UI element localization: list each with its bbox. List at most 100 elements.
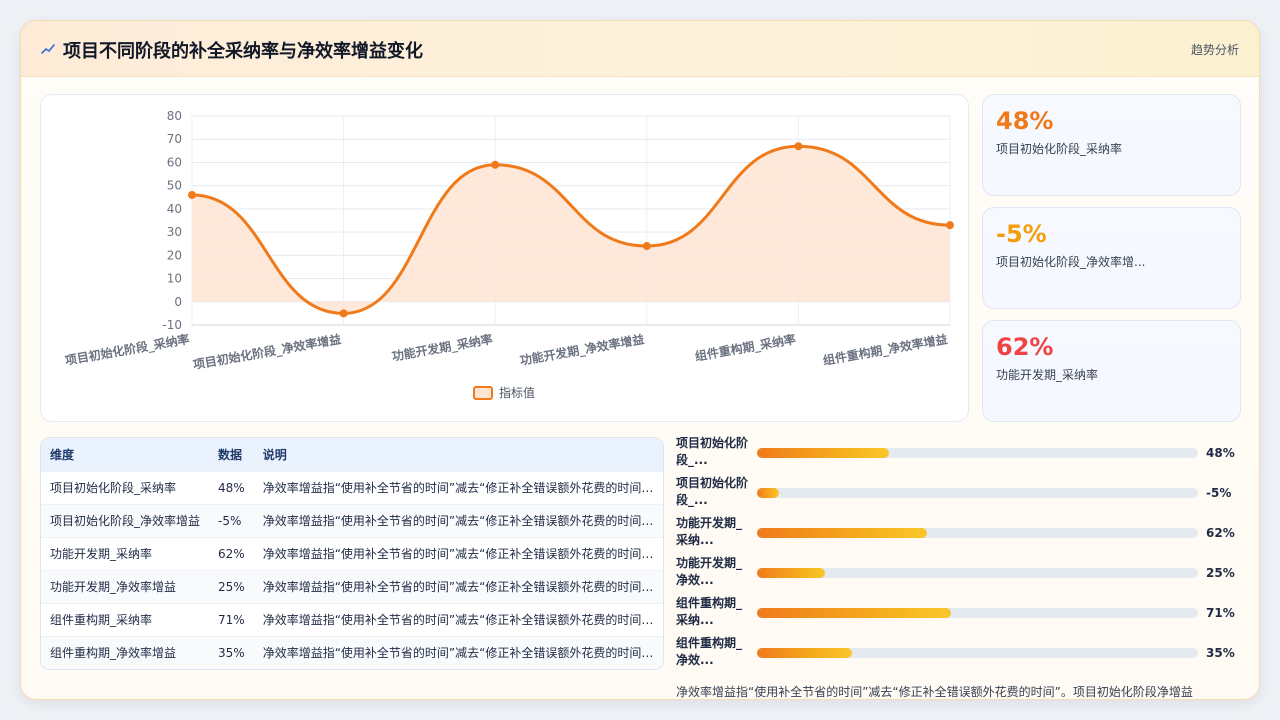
cell-dimension: 组件重构期_净效率增益 — [50, 646, 177, 661]
progress-row: 项目初始化阶段_... -5% — [676, 475, 1241, 515]
y-tick-label: 70 — [167, 132, 182, 146]
legend-swatch — [473, 386, 493, 400]
progress-track — [757, 528, 1198, 538]
data-point — [188, 190, 196, 199]
series-area-fill — [192, 146, 950, 314]
card-header: 项目不同阶段的补全采纳率与净效率增益变化 趋势分析 — [21, 21, 1259, 77]
kpi-label: 功能开发期_采纳率 — [996, 368, 1099, 382]
cell-value: 62% — [218, 546, 245, 561]
progress-fill — [757, 608, 952, 618]
progress-value: 48% — [1206, 446, 1235, 460]
y-tick-label: 10 — [167, 272, 182, 286]
x-tick-label: 组件重构期_净效率增益 — [822, 331, 949, 369]
progress-fill — [757, 648, 852, 658]
data-point — [794, 142, 803, 151]
kpi-label: 项目初始化阶段_净效率增... — [996, 255, 1146, 269]
table-row[interactable]: 组件重构期_净效率增益 35% 净效率增益指“使用补全节省的时间”减去“修正补全… — [41, 636, 663, 669]
progress-label: 功能开发期_采纳... — [676, 516, 743, 547]
table-row[interactable]: 功能开发期_采纳率 62% 净效率增益指“使用补全节省的时间”减去“修正补全错误… — [41, 537, 663, 570]
progress-label: 组件重构期_采纳... — [676, 596, 743, 627]
y-tick-label: 30 — [167, 225, 182, 239]
trend-analysis-tag[interactable]: 趋势分析 — [1191, 41, 1239, 58]
cell-description: 净效率增益指“使用补全节省的时间”减去“修正补全错误额外花费的时间”... — [262, 547, 660, 561]
cell-description: 净效率增益指“使用补全节省的时间”减去“修正补全错误额外花费的时间”... — [262, 514, 660, 528]
progress-track — [757, 488, 1198, 498]
x-tick-label: 项目初始化阶段_采纳率 — [64, 331, 191, 369]
progress-label: 项目初始化阶段_... — [676, 436, 749, 467]
data-table: 维度 数据 说明 项目初始化阶段_采纳率 48% 净效率增益指“使用补全节省的时… — [40, 437, 664, 670]
data-point — [946, 221, 954, 230]
table-row[interactable]: 组件重构期_采纳率 71% 净效率增益指“使用补全节省的时间”减去“修正补全错误… — [41, 603, 663, 636]
legend-label: 指标值 — [499, 385, 535, 400]
table-header-row: 维度 数据 说明 — [41, 438, 663, 471]
table-row[interactable]: 项目初始化阶段_采纳率 48% 净效率增益指“使用补全节省的时间”减去“修正补全… — [41, 471, 663, 504]
cell-description: 净效率增益指“使用补全节省的时间”减去“修正补全错误额外花费的时间”... — [262, 613, 660, 627]
cell-dimension: 功能开发期_净效率增益 — [50, 580, 177, 594]
y-tick-label: 50 — [167, 179, 182, 193]
page-title: 项目不同阶段的补全采纳率与净效率增益变化 — [63, 41, 423, 62]
progress-fill — [757, 448, 890, 458]
progress-row: 功能开发期_净效... 25% — [676, 555, 1241, 595]
progress-row: 功能开发期_采纳... 62% — [676, 515, 1241, 555]
progress-row: 项目初始化阶段_... 48% — [676, 435, 1241, 475]
cell-description: 净效率增益指“使用补全节省的时间”减去“修正补全错误额外花费的时间”... — [262, 580, 660, 594]
progress-row: 组件重构期_净效... 35% — [676, 635, 1241, 675]
table-row[interactable]: 功能开发期_净效率增益 25% 净效率增益指“使用补全节省的时间”减去“修正补全… — [41, 570, 663, 603]
cell-description: 净效率增益指“使用补全节省的时间”减去“修正补全错误额外花费的时间”... — [262, 481, 660, 495]
cell-value: 71% — [218, 612, 245, 627]
cell-dimension: 功能开发期_采纳率 — [50, 547, 153, 561]
cell-value: 25% — [218, 579, 245, 594]
kpi-card-1[interactable]: 48% 项目初始化阶段_采纳率 — [982, 94, 1241, 196]
cell-dimension: 项目初始化阶段_采纳率 — [50, 481, 177, 495]
footnote-text: 净效率增益指“使用补全节省的时间”减去“修正补全错误额外花费的时间”。项目初始化… — [676, 685, 1193, 699]
kpi-value: -5% — [996, 220, 1047, 248]
progress-value: 71% — [1206, 606, 1235, 620]
kpi-value: 48% — [996, 107, 1054, 135]
dashboard-card: 项目不同阶段的补全采纳率与净效率增益变化 趋势分析 80 70 60 50 40 30 20… — [20, 20, 1260, 700]
y-tick-label: 40 — [167, 202, 182, 216]
progress-track — [757, 448, 1198, 458]
cell-dimension: 项目初始化阶段_净效率增益 — [50, 514, 201, 528]
y-tick-label: 60 — [167, 155, 182, 169]
data-point — [642, 242, 651, 251]
progress-bar-list: 项目初始化阶段_... 48% 项目初始化阶段_... -5% 功能开发期_采纳… — [676, 435, 1241, 675]
progress-fill — [757, 568, 826, 578]
progress-value: 35% — [1206, 646, 1235, 660]
y-tick-label: -10 — [162, 318, 182, 332]
progress-label: 功能开发期_净效... — [676, 556, 743, 587]
progress-track — [757, 608, 1198, 618]
cell-dimension: 组件重构期_采纳率 — [50, 613, 153, 627]
line-chart-panel: 80 70 60 50 40 30 20 10 0 -10 项目初始化阶段_采纳率 项目初始化阶段_净… — [40, 94, 969, 422]
progress-value: -5% — [1206, 486, 1232, 500]
column-header-value[interactable]: 数据 — [209, 438, 254, 471]
x-tick-label: 功能开发期_净效率增益 — [519, 331, 646, 369]
progress-label: 组件重构期_净效... — [676, 636, 743, 667]
data-point — [491, 160, 500, 169]
x-tick-label: 功能开发期_采纳率 — [391, 331, 494, 364]
y-tick-label: 20 — [167, 248, 182, 262]
kpi-value: 62% — [996, 333, 1054, 361]
y-tick-label: 80 — [167, 109, 182, 123]
data-point — [339, 309, 348, 318]
column-header-description[interactable]: 说明 — [254, 438, 663, 471]
progress-track — [757, 648, 1198, 658]
cell-description: 净效率增益指“使用补全节省的时间”减去“修正补全错误额外花费的时间”... — [262, 646, 660, 661]
progress-value: 62% — [1206, 526, 1235, 540]
trend-icon — [41, 44, 55, 54]
x-tick-label: 项目初始化阶段_净效率增益 — [192, 331, 343, 373]
progress-row: 组件重构期_采纳... 71% — [676, 595, 1241, 635]
column-header-dimension[interactable]: 维度 — [41, 438, 209, 471]
progress-track — [757, 568, 1198, 578]
kpi-label: 项目初始化阶段_采纳率 — [996, 142, 1123, 156]
cell-value: -5% — [218, 513, 242, 528]
kpi-card-2[interactable]: -5% 项目初始化阶段_净效率增... — [982, 207, 1241, 309]
line-chart: 80 70 60 50 40 30 20 10 0 -10项目初始化阶段_采纳率 项目初始化阶段_净… — [64, 109, 954, 400]
progress-value: 25% — [1206, 566, 1235, 580]
progress-fill — [757, 528, 927, 538]
cell-value: 35% — [218, 645, 245, 660]
progress-label: 项目初始化阶段_... — [676, 476, 749, 507]
kpi-card-3[interactable]: 62% 功能开发期_采纳率 — [982, 320, 1241, 422]
table-row[interactable]: 项目初始化阶段_净效率增益 -5% 净效率增益指“使用补全节省的时间”减去“修正… — [41, 504, 663, 537]
y-tick-label: 0 — [174, 295, 182, 309]
cell-value: 48% — [218, 480, 245, 495]
